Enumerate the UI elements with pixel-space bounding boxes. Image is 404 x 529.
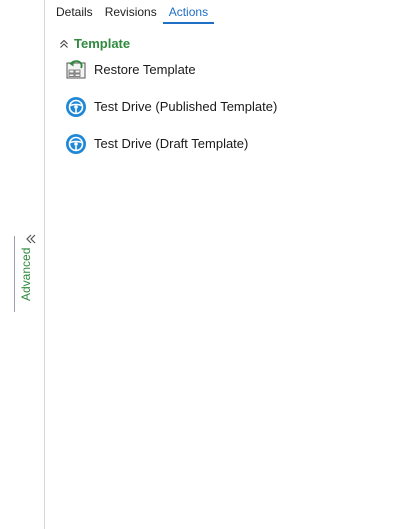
steering-wheel-icon <box>64 132 88 156</box>
restore-template-icon <box>64 58 88 82</box>
test-drive-published-label: Test Drive (Published Template) <box>94 99 278 114</box>
advanced-panel-label: Advanced <box>19 247 33 301</box>
double-chevron-up-icon <box>58 38 70 50</box>
advanced-tab-indicator <box>14 236 15 312</box>
steering-wheel-icon <box>64 95 88 119</box>
test-drive-draft-action[interactable]: Test Drive (Draft Template) <box>64 132 394 156</box>
advanced-panel-collapsed: Advanced <box>0 0 45 529</box>
tab-actions[interactable]: Actions <box>162 4 215 24</box>
tab-revisions[interactable]: Revisions <box>99 4 163 20</box>
restore-template-label: Restore Template <box>94 62 196 77</box>
test-drive-draft-label: Test Drive (Draft Template) <box>94 136 249 151</box>
restore-template-action[interactable]: Restore Template <box>64 58 394 82</box>
actions-list: Restore Template Test Drive (Published T… <box>64 58 394 169</box>
test-drive-published-action[interactable]: Test Drive (Published Template) <box>64 95 394 119</box>
section-title: Template <box>74 36 131 51</box>
tab-details[interactable]: Details <box>56 4 99 20</box>
tab-bar: Details Revisions Actions <box>56 4 215 24</box>
template-section-header[interactable]: Template <box>58 36 130 52</box>
advanced-panel-tab[interactable]: Advanced <box>14 236 36 312</box>
